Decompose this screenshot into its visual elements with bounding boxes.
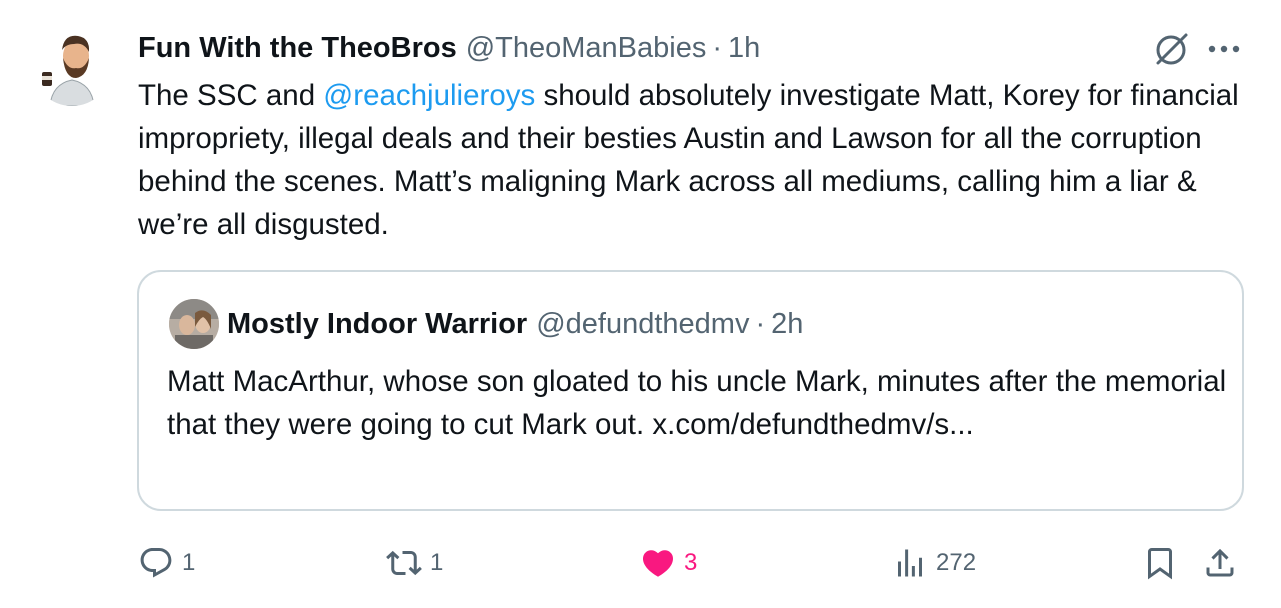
tweet-text-part1: The SSC and — [138, 79, 324, 112]
more-options-button[interactable] — [1202, 27, 1246, 71]
quoted-timestamp: 2h — [771, 307, 804, 340]
quoted-tweet-card[interactable]: Mostly Indoor Warrior @defundthedmv · 2h… — [137, 270, 1244, 511]
reply-count: 1 — [182, 549, 196, 576]
tweet-timestamp[interactable]: 1h — [728, 28, 760, 68]
views-count: 272 — [936, 549, 977, 576]
author-handle[interactable]: @TheoManBabies — [466, 28, 707, 68]
share-button[interactable] — [1202, 538, 1238, 588]
separator-dot: · — [712, 32, 722, 64]
like-count: 3 — [684, 549, 698, 576]
bookmark-button[interactable] — [1142, 538, 1178, 588]
more-icon — [1208, 45, 1240, 53]
quoted-author-handle: @defundthedmv — [536, 307, 750, 340]
like-button[interactable]: 3 — [640, 538, 697, 588]
quoted-author-avatar — [169, 299, 219, 349]
reply-button[interactable]: 1 — [138, 538, 195, 588]
views-icon — [898, 549, 922, 577]
repost-count: 1 — [430, 549, 444, 576]
bookmark-icon — [1148, 548, 1172, 580]
tweet-actions-bar: 1 1 3 272 — [130, 538, 1250, 588]
repost-icon — [386, 550, 422, 576]
grok-icon — [1156, 33, 1188, 65]
quoted-separator-dot: · — [755, 307, 766, 340]
reply-icon — [140, 548, 172, 578]
share-icon — [1206, 548, 1234, 577]
grok-button[interactable] — [1150, 27, 1194, 71]
tweet-text: The SSC and @reachjulieroys should absol… — [138, 74, 1248, 246]
author-name[interactable]: Fun With the TheoBros — [138, 28, 457, 68]
quoted-author-name: Mostly Indoor Warrior — [227, 307, 528, 340]
author-avatar[interactable] — [32, 26, 112, 106]
repost-button[interactable]: 1 — [386, 538, 443, 588]
quoted-tweet-header: Mostly Indoor Warrior @defundthedmv · 2h — [227, 304, 803, 344]
views-button[interactable]: 272 — [892, 538, 976, 588]
mention-link[interactable]: @reachjulieroys — [323, 79, 535, 112]
like-icon — [642, 550, 674, 577]
quoted-tweet-text: Matt MacArthur, whose son gloated to his… — [167, 365, 1227, 441]
tweet-header: Fun With the TheoBros @TheoManBabies · 1… — [138, 28, 760, 68]
